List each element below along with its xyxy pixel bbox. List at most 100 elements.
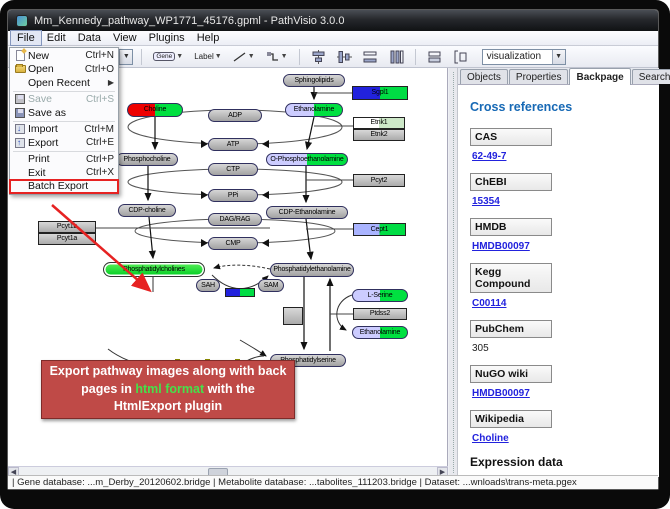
menu-item-shortcut: Ctrl+M — [78, 124, 114, 135]
file-menu-dropdown: NewCtrl+NOpenCtrl+OOpen Recent▶ SaveCtrl+… — [9, 47, 119, 195]
tab-search[interactable]: Search — [632, 69, 670, 84]
saveas-icon — [15, 108, 25, 118]
file-menu-item-open-recent[interactable]: Open Recent▶ — [10, 76, 118, 90]
side-panel-tabs: ObjectsPropertiesBackpageSearchLegend — [458, 68, 659, 85]
annotation-callout: Export pathway images along with back pa… — [41, 360, 295, 419]
pathway-node-o-phosphoethanolamine[interactable]: O-Phosphoethanolamine — [266, 153, 348, 166]
file-menu-item-print[interactable]: PrintCtrl+P — [10, 153, 118, 167]
line-icon — [233, 51, 247, 63]
zoom-dropdown-arrow-icon[interactable]: ▼ — [119, 50, 132, 64]
shape-tool-button[interactable]: ▼ — [263, 48, 291, 66]
tab-objects[interactable]: Objects — [460, 69, 508, 84]
expression-data-heading: Expression data — [470, 455, 659, 469]
align-center-horizontal-icon — [337, 50, 352, 64]
callout-line-3: HtmlExport plugin — [42, 398, 294, 416]
pathway-node-sam[interactable]: SAM — [258, 279, 284, 292]
xref-source-name: Wikipedia — [470, 410, 552, 428]
line-tool-button[interactable]: ▼ — [230, 48, 258, 66]
pathway-node-sphingolipids[interactable]: Sphingolipids — [283, 74, 345, 87]
save-icon — [15, 94, 25, 104]
menu-edit[interactable]: Edit — [41, 31, 72, 45]
distribute-horizontal-button[interactable] — [360, 48, 381, 66]
xref-link[interactable]: 15354 — [472, 196, 500, 207]
pathway-node-ppi[interactable]: PPi — [208, 189, 258, 202]
datanode-icon: Gene — [153, 52, 175, 61]
xref-link[interactable]: Choline — [472, 433, 509, 444]
pathway-node-cept1[interactable]: Cept1 — [353, 223, 406, 236]
file-menu-item-new[interactable]: NewCtrl+N — [10, 49, 118, 63]
pathway-node-phosphocholine[interactable]: Phosphocholine — [116, 153, 178, 166]
line-tool-arrow-icon[interactable]: ▼ — [248, 53, 255, 60]
file-menu-item-export[interactable]: ExportCtrl+E — [10, 136, 118, 150]
file-menu-item-save[interactable]: SaveCtrl+S — [10, 93, 118, 107]
status-bar: | Gene database: ...m_Derby_20120602.bri… — [8, 475, 658, 489]
gene-tool-button[interactable]: Gene ▼ — [150, 48, 186, 66]
title-bar[interactable]: Mm_Kennedy_pathway_WP1771_45176.gpml - P… — [8, 10, 658, 31]
pathway-node-l-serine[interactable]: L-Serine — [352, 289, 408, 302]
pathway-node-sgpl1[interactable]: Sgpl1 — [352, 86, 408, 100]
xref-link[interactable]: HMDB00097 — [472, 388, 530, 399]
distribute-horizontal-icon — [363, 50, 378, 64]
group-button[interactable] — [450, 48, 471, 66]
label-tool-arrow-icon[interactable]: ▼ — [215, 53, 222, 60]
menu-data[interactable]: Data — [72, 31, 107, 45]
gene-tool-arrow-icon[interactable]: ▼ — [176, 53, 183, 60]
visualization-combobox[interactable]: visualization ▼ — [482, 49, 566, 65]
pathway-node-sah[interactable]: SAH — [196, 279, 220, 292]
visualization-dropdown-arrow-icon[interactable]: ▼ — [552, 50, 565, 64]
pathway-node-ctp[interactable]: CTP — [208, 163, 258, 176]
xref-source-name: PubChem — [470, 320, 552, 338]
pathway-node-cdp-ethanolamine[interactable]: CDP-Ethanolamine — [266, 206, 348, 219]
toolbar-separator — [415, 49, 416, 65]
menu-item-label: Exit — [28, 167, 80, 179]
callout-line-1: Export pathway images along with back — [42, 363, 294, 381]
pathway-node-phosphatidylcholines[interactable]: Phosphatidylcholines — [103, 262, 205, 277]
pathway-node-hidden-gene-2[interactable] — [283, 307, 303, 325]
menu-item-label: Export — [28, 137, 80, 149]
file-menu-item-exit[interactable]: ExitCtrl+X — [10, 166, 118, 180]
tab-backpage[interactable]: Backpage — [569, 68, 630, 85]
stack-icon — [427, 50, 442, 64]
label-tool-button[interactable]: Label ▼ — [191, 48, 225, 66]
pathway-node-cmp[interactable]: CMP — [208, 237, 258, 250]
align-center-horizontal-button[interactable] — [334, 48, 355, 66]
distribute-vertical-button[interactable] — [386, 48, 407, 66]
menu-help[interactable]: Help — [191, 31, 226, 45]
pathway-node-phosphatidylethanolamine[interactable]: Phosphatidylethanolamine — [270, 263, 354, 277]
xref-section-pubchem: PubChem305 — [470, 320, 659, 356]
file-menu-item-save-as[interactable]: Save as — [10, 106, 118, 120]
file-menu-item-open[interactable]: OpenCtrl+O — [10, 63, 118, 77]
menu-view[interactable]: View — [107, 31, 143, 45]
menu-item-label: Open Recent — [28, 77, 108, 89]
pathway-node-adp[interactable]: ADP — [208, 109, 262, 122]
menu-plugins[interactable]: Plugins — [143, 31, 191, 45]
menu-item-label: Save as — [28, 107, 114, 119]
pathway-node-choline[interactable]: Choline — [127, 103, 183, 117]
pathway-node-ptdss2[interactable]: Ptdss2 — [353, 308, 407, 320]
file-menu-item-import[interactable]: ImportCtrl+M — [10, 123, 118, 137]
pathway-node-dag-rag[interactable]: DAG/RAG — [208, 213, 262, 226]
shape-tool-arrow-icon[interactable]: ▼ — [281, 53, 288, 60]
menu-file[interactable]: File — [11, 31, 41, 45]
panel-splitter[interactable] — [449, 68, 458, 477]
pathway-node-pcyt1b[interactable]: Pcyt1b — [38, 221, 96, 233]
xref-link[interactable]: HMDB00097 — [472, 241, 530, 252]
pathway-node-hidden-gene-1[interactable] — [225, 288, 255, 297]
align-center-vertical-button[interactable] — [308, 48, 329, 66]
pathway-node-atp[interactable]: ATP — [208, 138, 258, 151]
pathway-node-ethanolamine[interactable]: Ethanolamine — [285, 103, 343, 117]
tab-properties[interactable]: Properties — [509, 69, 569, 84]
pathway-node-pcyt2[interactable]: Pcyt2 — [353, 174, 405, 187]
pathway-node-cdp-choline[interactable]: CDP-choline — [118, 204, 176, 217]
pathway-node-pcyt1a[interactable]: Pcyt1a — [38, 233, 96, 245]
file-menu-item-batch-export[interactable]: Batch Export — [10, 180, 118, 194]
label-tool-icon: Label — [194, 52, 214, 61]
pathway-node-etnk1[interactable]: Etnk1 — [353, 117, 405, 129]
xref-link[interactable]: 62-49-7 — [472, 151, 506, 162]
xref-link[interactable]: C00114 — [472, 298, 506, 309]
menu-item-shortcut: Ctrl+P — [80, 154, 114, 165]
pathway-node-etnk2[interactable]: Etnk2 — [353, 129, 405, 141]
stack-button[interactable] — [424, 48, 445, 66]
pathway-node-ethanolamine-2[interactable]: Ethanolamine — [352, 326, 408, 339]
app-icon — [16, 15, 28, 27]
